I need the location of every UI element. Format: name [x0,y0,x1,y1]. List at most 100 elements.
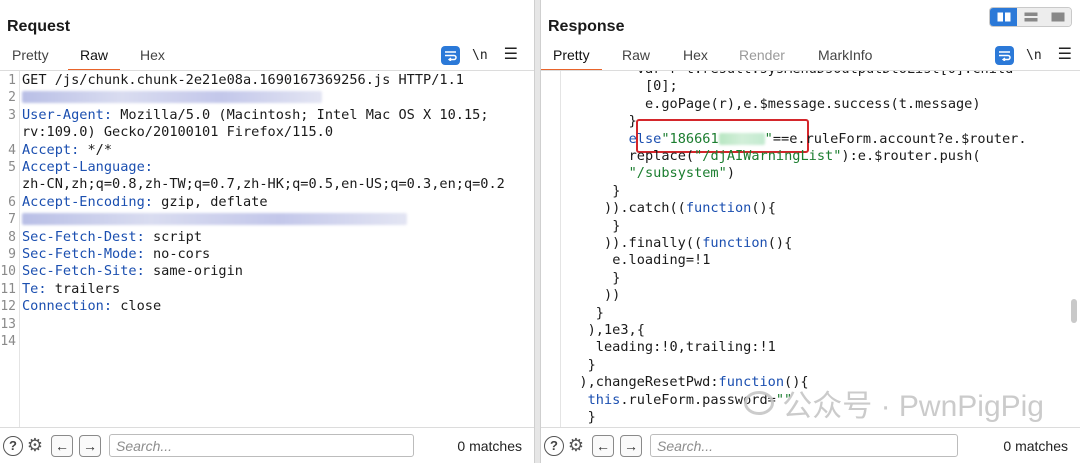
code-token: ) [726,165,735,182]
code-token: } [587,356,596,373]
request-line-text: zh-CN,zh;q=0.8,zh-TW;q=0.7,zh-HK;q=0.5,e… [22,176,505,193]
response-line: } [562,357,1080,374]
header-value: GET /js/chunk.chunk-2e21e08a.16901673692… [22,72,464,88]
response-toolbar: \n ☰ [995,44,1072,66]
code-token: (){ [751,200,776,217]
response-line: )).finally((function(){ [562,235,1080,252]
code-token: } [628,113,637,130]
menu-icon[interactable]: ☰ [1058,47,1072,63]
request-line: 11 Te: trailers [0,281,534,298]
response-title: Response [548,18,625,35]
request-line-text [22,89,322,106]
response-line: "/subsystem") [562,165,1080,182]
response-line-text: leading:!0,trailing:!1 [596,339,776,356]
settings-gear-icon[interactable]: ⚙ [25,435,45,456]
code-token: } [612,269,621,286]
response-editor[interactable]: var r=t.result.sysMenuDsOutputDtoList[0]… [541,71,1080,427]
help-icon[interactable]: ? [544,435,564,456]
code-token: } [587,409,596,425]
request-line-text: Accept-Encoding: gzip, deflate [22,194,268,211]
request-line: 4 Accept: */* [0,142,534,159]
code-token: )) [604,287,621,304]
response-line-text: replace("/djAIWarningList"):e.$router.pu… [629,148,981,165]
request-line-text: rv:109.0) Gecko/20100101 Firefox/115.0 [22,124,333,141]
menu-icon[interactable]: ☰ [504,47,518,63]
show-newlines-button[interactable]: \n [472,48,488,63]
pane-splitter[interactable] [534,0,541,463]
line-number: 13 [0,316,16,332]
string-token: " [764,130,773,147]
response-tab-hex[interactable]: Hex [683,44,708,70]
header-name: Accept-Language: [22,159,153,175]
line-number: 1 [8,73,16,88]
response-line: ),1e3,{ [562,322,1080,339]
response-match-count: 0 matches [1003,437,1068,454]
wrap-lines-icon[interactable] [441,45,460,65]
response-tab-pretty[interactable]: Pretty [541,44,602,71]
layout-toggle [989,7,1072,27]
request-line: 6 Accept-Encoding: gzip, deflate [0,194,534,211]
wrap-lines-icon[interactable] [995,45,1014,65]
request-toolbar: \n ☰ [441,44,518,66]
layout-stacked-icon[interactable] [1017,8,1044,26]
header-value: rv:109.0) Gecko/20100101 Firefox/115.0 [22,124,333,141]
request-tab-hex[interactable]: Hex [140,44,165,70]
line-number-gutter [541,71,561,427]
response-search-input[interactable] [650,434,958,457]
show-newlines-button[interactable]: \n [1026,48,1042,63]
line-number: 4 [8,142,16,158]
response-line-text: ),1e3,{ [588,322,645,339]
layout-tabs-icon[interactable] [1044,8,1071,26]
request-title: Request [7,18,71,35]
request-tab-pretty[interactable]: Pretty [12,44,49,70]
redacted-text [22,213,407,226]
response-tab-raw[interactable]: Raw [622,44,650,70]
string-token: "/djAIWarningList" [694,148,842,164]
request-line-text: User-Agent: Mozilla/5.0 (Macintosh; Inte… [22,107,489,124]
search-next-button[interactable]: → [79,434,101,457]
request-tab-raw[interactable]: Raw [67,44,121,71]
response-line-text: )) [604,287,620,304]
response-pane: Response Pretty Raw Hex Render MarkInfo \n ☰… [541,0,1080,463]
response-line-text: "/subsystem") [629,165,735,182]
request-search-input[interactable] [109,434,414,457]
header-name: Accept-Encoding: [22,193,153,210]
request-line: 2 [0,89,534,106]
request-line: 12 Connection: close [0,298,534,315]
response-line-text: e.goPage(r),e.$message.success(t.message… [645,96,981,113]
search-prev-button[interactable]: ← [51,434,73,457]
search-prev-button[interactable]: ← [592,434,614,457]
line-number: 5 [8,160,16,175]
request-line: 10 Sec-Fetch-Site: same-origin [0,263,534,280]
header-value: script [144,228,203,245]
request-match-count: 0 matches [457,437,522,454]
response-line-text: } [588,409,596,426]
header-value: zh-CN,zh;q=0.8,zh-TW;q=0.7,zh-HK;q=0.5,e… [22,176,505,193]
response-line-text: } [629,113,637,130]
response-line: )) [562,287,1080,304]
layout-side-by-side-icon[interactable] [990,8,1017,26]
response-line: } [562,113,1080,130]
request-pane: Request Pretty Raw Hex \n ☰ 1 GET /js/chunk… [0,0,534,463]
search-next-button[interactable]: → [620,434,642,457]
header-name: Sec-Fetch-Mode: [22,246,145,262]
line-number: 11 [0,281,16,297]
header-value: trailers [46,280,121,297]
line-number: 2 [8,90,16,106]
line-number: 6 [8,194,16,210]
help-icon[interactable]: ? [3,435,23,456]
line-number: 9 [8,247,16,262]
request-line: zh-CN,zh;q=0.8,zh-TW;q=0.7,zh-HK;q=0.5,e… [0,176,534,193]
settings-gear-icon[interactable]: ⚙ [566,435,586,456]
response-line: )).catch((function(){ [562,200,1080,217]
header-value: Mozilla/5.0 (Macintosh; Intel Mac OS X 1… [112,106,489,123]
request-line: rv:109.0) Gecko/20100101 Firefox/115.0 [0,124,534,141]
request-search-bar: ? ⚙ ← → 0 matches [0,427,534,463]
request-line-text: GET /js/chunk.chunk-2e21e08a.16901673692… [22,72,464,89]
request-editor[interactable]: 1 GET /js/chunk.chunk-2e21e08a.1690167369… [0,71,534,427]
code-token: e.loading=!1 [612,252,711,269]
wechat-icon [744,391,775,415]
response-line: replace("/djAIWarningList"):e.$router.pu… [562,148,1080,165]
response-tab-markinfo[interactable]: MarkInfo [818,44,872,70]
response-line: } [562,183,1080,200]
